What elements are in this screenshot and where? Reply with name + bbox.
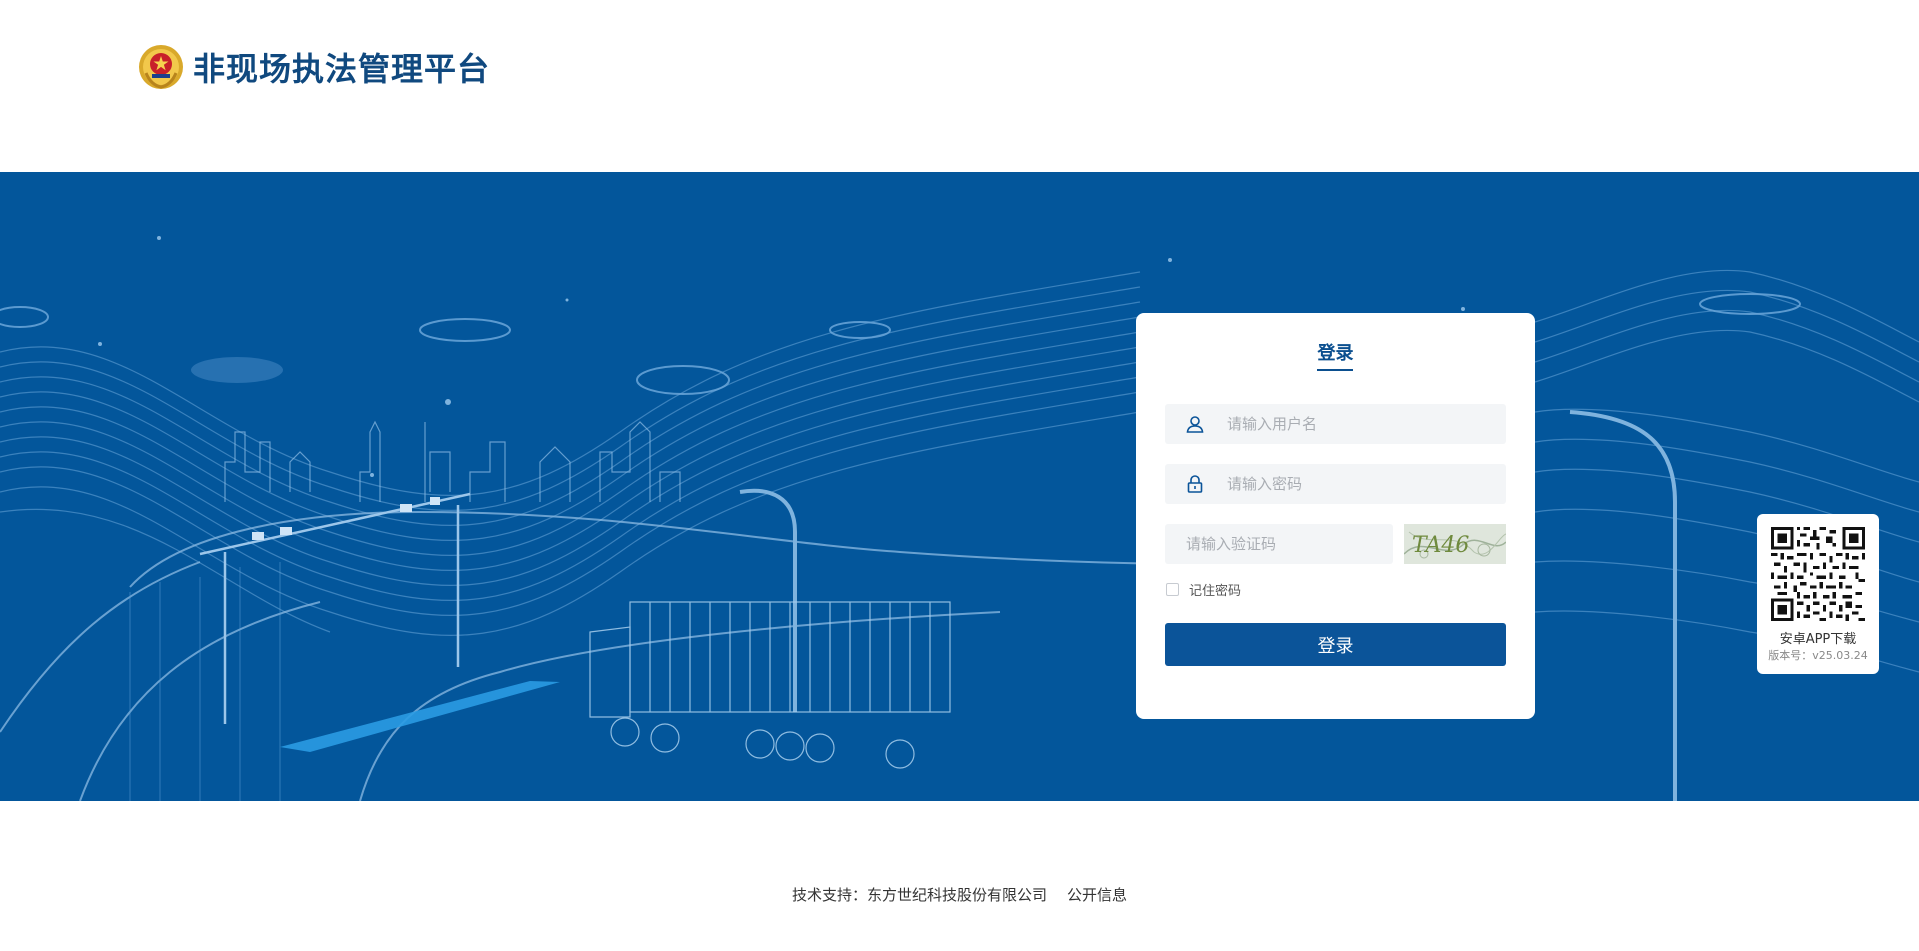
brand: 非现场执法管理平台 xyxy=(137,43,490,91)
page-footer: 技术支持：东方世纪科技股份有限公司 公开信息 xyxy=(0,801,1919,951)
remember-label: 记住密码 xyxy=(1189,584,1242,599)
app-download-card[interactable]: 安卓APP下载 版本号：v25.03.24 xyxy=(1757,514,1879,674)
app-download-label: 安卓APP下载 xyxy=(1779,632,1857,647)
username-field[interactable] xyxy=(1165,404,1506,444)
user-icon xyxy=(1186,416,1204,433)
police-emblem-icon xyxy=(139,45,183,89)
page-header: 非现场执法管理平台 xyxy=(0,0,1919,172)
platform-title: 非现场执法管理平台 xyxy=(193,50,491,88)
login-button[interactable]: 登录 xyxy=(1165,623,1506,666)
login-title-underline xyxy=(1317,369,1353,371)
qr-code-icon[interactable] xyxy=(1771,527,1865,621)
version-label: 版本号：v25.03.24 xyxy=(1768,649,1868,662)
username-input[interactable] xyxy=(1225,404,1485,444)
public-info-link[interactable]: 公开信息 xyxy=(1067,886,1127,904)
tech-support-text: 技术支持：东方世纪科技股份有限公司 xyxy=(791,886,1047,904)
captcha-image[interactable]: TA46 xyxy=(1404,524,1506,564)
password-input[interactable] xyxy=(1225,464,1485,504)
captcha-input[interactable] xyxy=(1184,524,1374,564)
remember-password[interactable]: 记住密码 xyxy=(1166,580,1241,599)
captcha-field[interactable] xyxy=(1165,524,1393,564)
lock-icon xyxy=(1187,475,1203,493)
captcha-text: TA46 xyxy=(1412,533,1469,558)
login-title: 登录 xyxy=(1317,343,1354,364)
remember-checkbox[interactable] xyxy=(1166,583,1179,596)
hero-banner xyxy=(0,172,1919,801)
highway-illustration xyxy=(0,236,1919,801)
footer-line: 技术支持：东方世纪科技股份有限公司 公开信息 xyxy=(0,884,1919,905)
login-card: 登录 TA46 记住密码 登录 xyxy=(1136,313,1535,719)
password-field[interactable] xyxy=(1165,464,1506,504)
